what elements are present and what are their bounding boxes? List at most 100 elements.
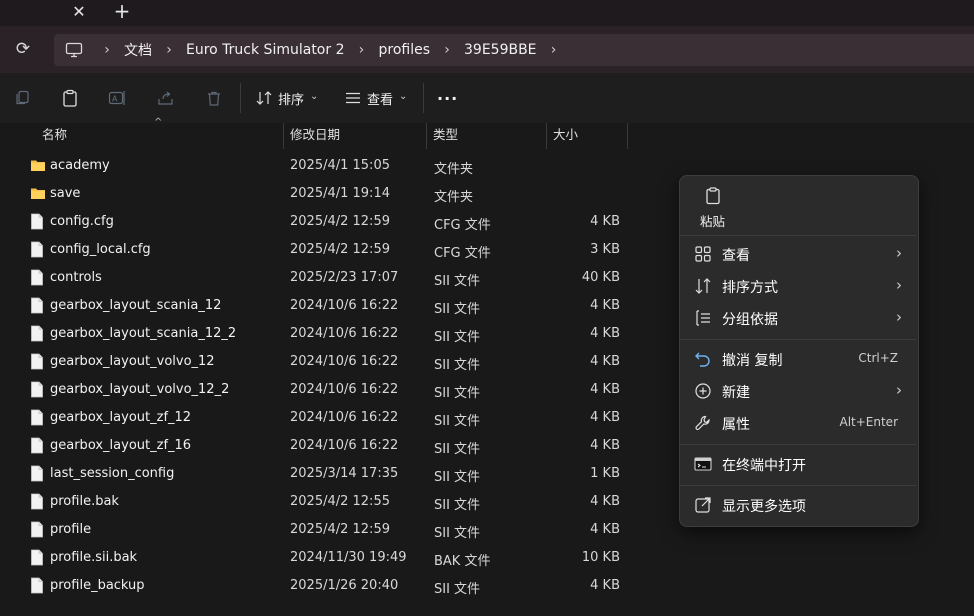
- breadcrumb-separator[interactable]: ›: [434, 42, 460, 58]
- file-row[interactable]: profile.bak 2025/4/2 12:55 SII 文件 4 KB: [20, 488, 640, 516]
- file-type: SII 文件: [434, 330, 481, 345]
- plus-circle-icon: [695, 383, 711, 399]
- breadcrumb-separator[interactable]: ›: [348, 42, 374, 58]
- file-row[interactable]: gearbox_layout_scania_12 2024/10/6 16:22 S…: [20, 292, 640, 320]
- file-icon: [30, 409, 46, 426]
- file-row[interactable]: config_local.cfg 2025/4/2 12:59 CFG 文件 3 KB: [20, 236, 640, 264]
- file-icon: [30, 549, 46, 566]
- file-row[interactable]: gearbox_layout_zf_12 2024/10/6 16:22 SII 文…: [20, 404, 640, 432]
- file-size: 40 KB: [581, 270, 620, 285]
- breadcrumb[interactable]: › 文档 › Euro Truck Simulator 2 › profiles…: [54, 34, 974, 66]
- view-button[interactable]: 查看 ⌄: [345, 86, 407, 110]
- close-tab-icon[interactable]: ✕: [67, 0, 91, 22]
- breadcrumb-profile-id[interactable]: 39E59BBE: [460, 42, 541, 58]
- file-row[interactable]: save 2025/4/1 19:14 文件夹: [20, 180, 640, 208]
- refresh-icon[interactable]: ⟳: [12, 38, 34, 60]
- menu-divider: [680, 339, 916, 340]
- file-icon: [30, 297, 46, 314]
- more-options-button[interactable]: ···: [437, 86, 458, 110]
- file-name: profile.bak: [50, 494, 119, 509]
- file-row[interactable]: profile 2025/4/2 12:59 SII 文件 4 KB: [20, 516, 640, 544]
- column-date-modified[interactable]: 修改日期: [284, 123, 427, 149]
- file-row[interactable]: controls 2025/2/23 17:07 SII 文件 40 KB: [20, 264, 640, 292]
- share-icon[interactable]: [155, 87, 177, 109]
- new-tab-icon[interactable]: +: [110, 0, 134, 23]
- folder-icon: [30, 157, 46, 174]
- menu-item-show-more-options[interactable]: 显示更多选项: [686, 490, 912, 520]
- file-icon: [30, 577, 46, 594]
- paste-icon[interactable]: [59, 87, 81, 109]
- breadcrumb-separator[interactable]: ›: [541, 42, 567, 58]
- file-row[interactable]: gearbox_layout_volvo_12 2024/10/6 16:22 SI…: [20, 348, 640, 376]
- menu-item-properties[interactable]: 属性 Alt+Enter: [686, 408, 912, 438]
- paste-menu-button[interactable]: 粘贴: [692, 184, 738, 232]
- breadcrumb-profiles[interactable]: profiles: [374, 42, 434, 58]
- file-size: 4 KB: [590, 522, 620, 537]
- file-date-modified: 2024/10/6 16:22: [290, 298, 399, 313]
- file-size: 4 KB: [590, 214, 620, 229]
- file-icon: [30, 269, 46, 286]
- column-type[interactable]: 类型: [427, 123, 547, 149]
- file-date-modified: 2025/4/2 12:59: [290, 214, 390, 229]
- file-row[interactable]: config.cfg 2025/4/2 12:59 CFG 文件 4 KB: [20, 208, 640, 236]
- file-name: gearbox_layout_scania_12: [50, 298, 222, 313]
- file-icon: [30, 325, 46, 342]
- menu-item-label: 显示更多选项: [722, 499, 806, 515]
- column-size[interactable]: 大小: [547, 123, 628, 149]
- file-row[interactable]: profile.sii.bak 2024/11/30 19:49 BAK 文件 10 …: [20, 544, 640, 572]
- open-external-icon: [695, 497, 711, 513]
- menu-item-label: 新建: [722, 385, 750, 401]
- list-icon: [696, 310, 710, 326]
- rename-icon[interactable]: A: [106, 87, 128, 109]
- tab-bar: ✕ +: [0, 0, 974, 26]
- delete-icon[interactable]: [203, 87, 225, 109]
- menu-divider: [680, 444, 916, 445]
- terminal-icon: [694, 457, 712, 471]
- chevron-right-icon: ›: [896, 381, 902, 399]
- copy-icon[interactable]: [11, 87, 33, 109]
- file-type: SII 文件: [434, 302, 481, 317]
- this-pc-icon[interactable]: [54, 34, 94, 66]
- view-icon: [346, 92, 360, 104]
- file-row[interactable]: gearbox_layout_zf_16 2024/10/6 16:22 SII 文…: [20, 432, 640, 460]
- menu-item-undo-copy[interactable]: 撤消 复制 Ctrl+Z: [686, 344, 912, 374]
- sort-button-label: 排序: [278, 92, 305, 108]
- breadcrumb-documents[interactable]: 文档: [120, 40, 156, 60]
- menu-item-open-in-terminal[interactable]: 在终端中打开: [686, 449, 912, 479]
- chevron-down-icon: ⌄: [310, 90, 319, 102]
- menu-item-view[interactable]: 查看 ›: [686, 239, 912, 269]
- file-size: 4 KB: [590, 354, 620, 369]
- file-name: gearbox_layout_volvo_12_2: [50, 382, 230, 397]
- file-name: last_session_config: [50, 466, 175, 481]
- file-type: SII 文件: [434, 470, 481, 485]
- file-date-modified: 2024/10/6 16:22: [290, 354, 399, 369]
- file-icon: [30, 521, 46, 538]
- file-name: config.cfg: [50, 214, 114, 229]
- sort-button[interactable]: 排序 ⌄: [256, 86, 318, 110]
- file-type: 文件夹: [434, 190, 474, 205]
- file-date-modified: 2025/3/14 17:35: [290, 466, 399, 481]
- file-row[interactable]: academy 2025/4/1 15:05 文件夹: [20, 152, 640, 180]
- menu-item-sort-by[interactable]: 排序方式 ›: [686, 271, 912, 301]
- file-row[interactable]: gearbox_layout_scania_12_2 2024/10/6 16:2…: [20, 320, 640, 348]
- file-icon: [30, 241, 46, 258]
- menu-item-label: 在终端中打开: [722, 458, 806, 474]
- chevron-right-icon: ›: [896, 276, 902, 294]
- file-icon: [30, 213, 46, 230]
- column-name[interactable]: 名称: [36, 123, 284, 149]
- file-date-modified: 2025/4/1 15:05: [290, 158, 390, 173]
- file-row[interactable]: profile_backup 2025/1/26 20:40 SII 文件 4 KB: [20, 572, 640, 600]
- menu-item-group-by[interactable]: 分组依据 ›: [686, 303, 912, 333]
- file-row[interactable]: gearbox_layout_volvo_12_2 2024/10/6 16:22…: [20, 376, 640, 404]
- file-row[interactable]: last_session_config 2025/3/14 17:35 SII 文件…: [20, 460, 640, 488]
- file-type: 文件夹: [434, 162, 474, 177]
- file-date-modified: 2025/2/23 17:07: [290, 270, 399, 285]
- breadcrumb-separator[interactable]: ›: [156, 42, 182, 58]
- menu-item-label: 分组依据: [722, 312, 778, 328]
- breadcrumb-ets2[interactable]: Euro Truck Simulator 2: [182, 42, 348, 58]
- view-button-label: 查看: [367, 92, 394, 108]
- file-date-modified: 2024/10/6 16:22: [290, 410, 399, 425]
- breadcrumb-separator[interactable]: ›: [94, 42, 120, 58]
- menu-item-new[interactable]: 新建 ›: [686, 376, 912, 406]
- file-size: 4 KB: [590, 438, 620, 453]
